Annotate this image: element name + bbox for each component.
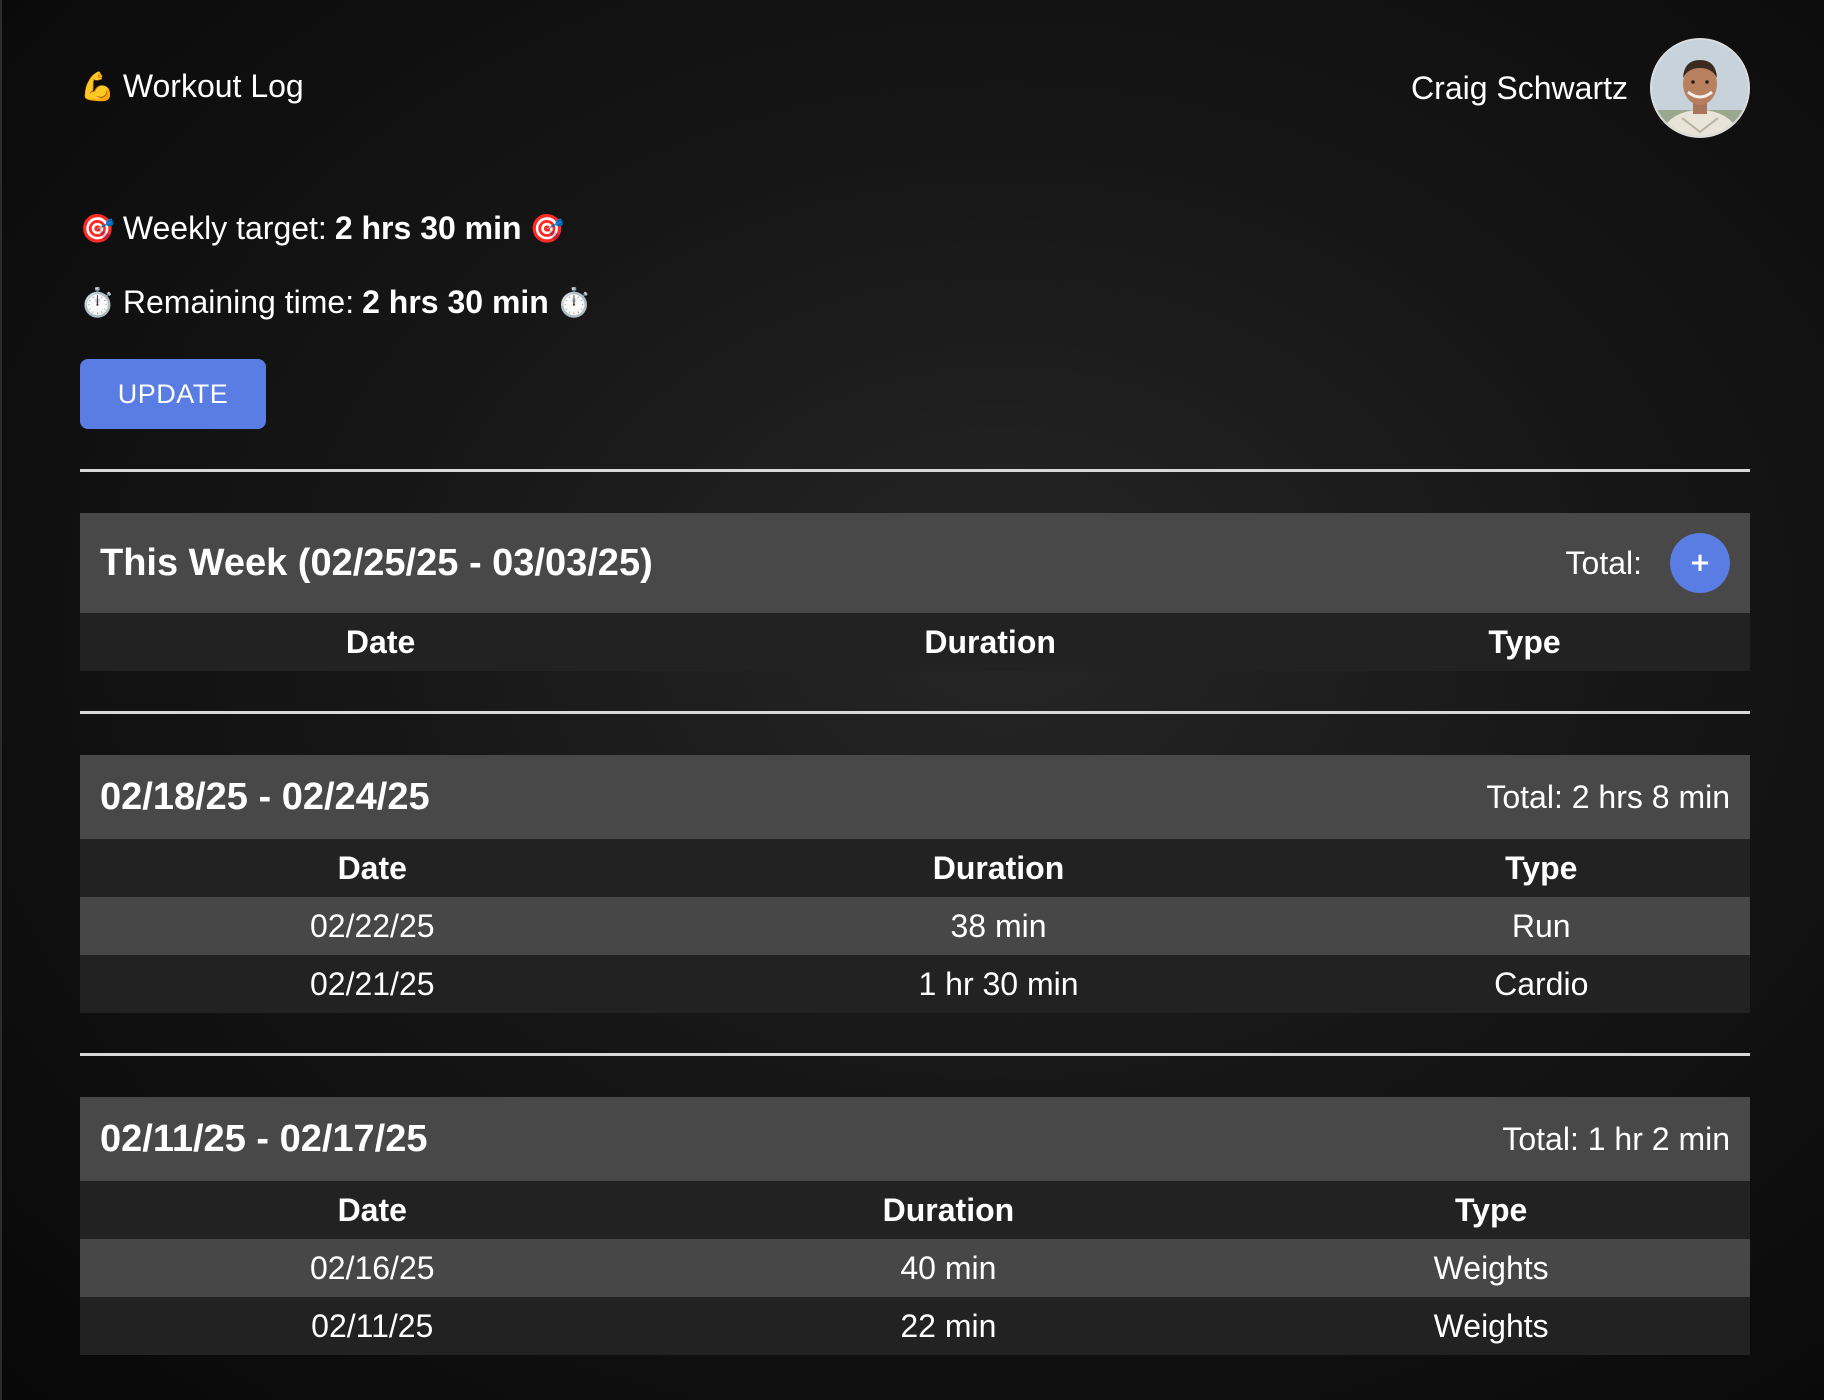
week-total-text: Total:: [1565, 544, 1642, 581]
week-card-current: This Week (02/25/25 - 03/03/25) Total: +…: [80, 513, 1750, 671]
column-header-type[interactable]: Type: [1332, 839, 1750, 897]
week-total: Total: 1 hr 2 min: [1502, 1121, 1730, 1158]
weekly-target-label: Weekly target:: [122, 210, 327, 246]
stopwatch-icon: ⏱️: [80, 286, 115, 319]
table-header-row: Date Duration Type: [80, 839, 1750, 897]
target-icon: 🎯: [529, 212, 565, 245]
cell-duration: 38 min: [664, 897, 1333, 955]
column-header-date[interactable]: Date: [80, 839, 665, 897]
cell-date: 02/16/25: [80, 1239, 665, 1297]
week-total: Total: 2 hrs 8 min: [1486, 779, 1730, 816]
remaining-time: ⏱️ Remaining time: 2 hrs 30 min ⏱️: [80, 284, 592, 321]
column-header-date[interactable]: Date: [80, 613, 682, 671]
weekly-target: 🎯 Weekly target: 2 hrs 30 min 🎯: [80, 210, 564, 247]
window-edge: [0, 0, 2, 1400]
week-card: 02/18/25 - 02/24/25 Total: 2 hrs 8 min D…: [80, 755, 1750, 1013]
cell-type: Weights: [1232, 1297, 1750, 1355]
week-total-text: Total: 1 hr 2 min: [1502, 1120, 1730, 1157]
cell-duration: 40 min: [664, 1239, 1233, 1297]
table-header-row: Date Duration Type: [80, 613, 1750, 671]
workout-table: Date Duration Type: [80, 613, 1750, 671]
remaining-time-value: 2 hrs 30 min: [362, 284, 549, 320]
cell-duration: 22 min: [664, 1297, 1233, 1355]
week-header: 02/11/25 - 02/17/25 Total: 1 hr 2 min: [80, 1097, 1750, 1181]
divider: [80, 1053, 1750, 1056]
app-title-text: Workout Log: [122, 68, 304, 104]
cell-type: Cardio: [1332, 955, 1750, 1013]
avatar-image: [1652, 40, 1748, 136]
table-row[interactable]: 02/11/25 22 min Weights: [80, 1297, 1750, 1355]
divider: [80, 711, 1750, 714]
user-name: Craig Schwartz: [1411, 69, 1628, 106]
add-workout-button[interactable]: +: [1670, 533, 1730, 593]
cell-date: 02/22/25: [80, 897, 665, 955]
week-total-text: Total: 2 hrs 8 min: [1486, 778, 1730, 815]
cell-type: Run: [1332, 897, 1750, 955]
week-total: Total: +: [1566, 533, 1730, 593]
flexed-biceps-icon: 💪: [80, 70, 115, 103]
column-header-type[interactable]: Type: [1232, 1181, 1750, 1239]
cell-duration: 1 hr 30 min: [664, 955, 1333, 1013]
week-title: This Week (02/25/25 - 03/03/25): [100, 541, 653, 584]
cell-date: 02/11/25: [80, 1297, 665, 1355]
week-title: 02/11/25 - 02/17/25: [100, 1117, 428, 1160]
remaining-time-label: Remaining time:: [122, 284, 355, 320]
workout-table: Date Duration Type 02/16/25 40 min Weigh…: [80, 1181, 1750, 1355]
table-row[interactable]: 02/16/25 40 min Weights: [80, 1239, 1750, 1297]
workout-table: Date Duration Type 02/22/25 38 min Run 0…: [80, 839, 1750, 1013]
table-header-row: Date Duration Type: [80, 1181, 1750, 1239]
app-title: 💪 Workout Log: [80, 68, 304, 105]
workout-log-page: 💪 Workout Log Craig Schwartz 🎯 Weekly ta…: [80, 0, 1750, 1355]
avatar[interactable]: [1650, 38, 1750, 138]
user-menu[interactable]: Craig Schwartz: [1411, 38, 1750, 138]
target-icon: 🎯: [80, 212, 115, 245]
divider: [80, 469, 1750, 472]
cell-type: Weights: [1232, 1239, 1750, 1297]
weekly-target-value: 2 hrs 30 min: [334, 210, 522, 246]
table-row[interactable]: 02/22/25 38 min Run: [80, 897, 1750, 955]
column-header-duration[interactable]: Duration: [664, 1181, 1233, 1239]
cell-date: 02/21/25: [80, 955, 665, 1013]
column-header-date[interactable]: Date: [80, 1181, 665, 1239]
column-header-type[interactable]: Type: [1299, 613, 1750, 671]
week-header: 02/18/25 - 02/24/25 Total: 2 hrs 8 min: [80, 755, 1750, 839]
column-header-duration[interactable]: Duration: [664, 839, 1333, 897]
stopwatch-icon: ⏱️: [556, 286, 592, 319]
update-button[interactable]: UPDATE: [80, 359, 266, 429]
week-header: This Week (02/25/25 - 03/03/25) Total: +: [80, 513, 1750, 613]
app-header: 💪 Workout Log Craig Schwartz: [80, 0, 1750, 180]
column-header-duration[interactable]: Duration: [681, 613, 1300, 671]
week-card: 02/11/25 - 02/17/25 Total: 1 hr 2 min Da…: [80, 1097, 1750, 1355]
table-row[interactable]: 02/21/25 1 hr 30 min Cardio: [80, 955, 1750, 1013]
plus-icon: +: [1689, 548, 1711, 578]
week-title: 02/18/25 - 02/24/25: [100, 775, 430, 818]
